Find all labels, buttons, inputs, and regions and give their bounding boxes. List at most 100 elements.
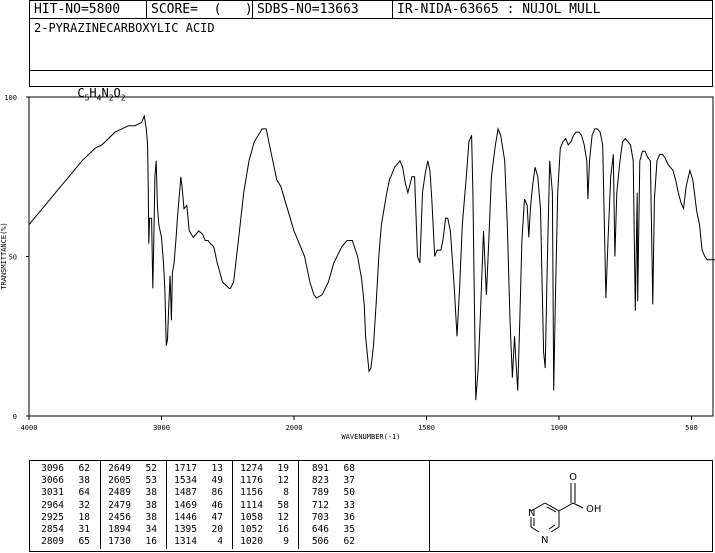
ring-bond-4 [550, 526, 560, 533]
peak-transmittance: 68 [343, 463, 355, 474]
peak-transmittance: 16 [277, 523, 289, 535]
y-tick-label: 0 [13, 413, 17, 421]
y-tick-group: 0 50 100 [4, 94, 29, 421]
peak-row: 2489 38 [101, 487, 166, 499]
atom-n1-label: N [528, 508, 535, 519]
peak-table: 3096 62 3066 38 3031 64 2964 32 2925 18 2854 31 2809… [30, 461, 430, 551]
x-tick-label: 1000 [551, 424, 568, 432]
peak-row: 1058 12 [233, 512, 298, 524]
x-tick-label: 3000 [153, 424, 170, 432]
peak-transmittance: 46 [211, 499, 223, 511]
peak-row: 2605 53 [101, 475, 166, 487]
peak-row: 1052 16 [233, 524, 298, 536]
x-tick-label: 1500 [418, 424, 435, 432]
peak-wavenumber: 2809 [41, 536, 64, 548]
peak-row: 823 37 [299, 475, 364, 487]
peak-row: 891 68 [299, 463, 364, 475]
peak-row: 1314 4 [167, 536, 232, 548]
peak-wavenumber: 1020 [240, 536, 263, 548]
peak-wavenumber: 1052 [240, 523, 263, 535]
peak-wavenumber: 3031 [41, 487, 64, 499]
header-info-row: HIT-NO=5800 SCORE= ( ) SDBS-NO=13663 IR-… [30, 1, 712, 19]
peak-row: 712 33 [299, 500, 364, 512]
peak-row: 506 62 [299, 536, 364, 548]
peak-wavenumber: 1717 [174, 463, 197, 474]
peak-wavenumber: 2925 [41, 511, 64, 523]
peak-transmittance: 18 [78, 511, 90, 523]
y-tick-label: 100 [4, 94, 17, 102]
peak-wavenumber: 1534 [174, 475, 197, 487]
peak-row: 1469 46 [167, 500, 232, 512]
peak-transmittance: 20 [211, 523, 223, 535]
peak-column: 1717 13 1534 49 1487 86 1469 46 1446 47 1395 20 1314… [166, 461, 232, 549]
peak-transmittance: 4 [217, 536, 223, 548]
hit-number: HIT-NO=5800 [34, 2, 121, 17]
peak-wavenumber: 2649 [108, 463, 131, 474]
peak-row: 1446 47 [167, 512, 232, 524]
peak-wavenumber: 1114 [240, 499, 263, 511]
peak-wavenumber: 789 [311, 487, 329, 499]
peak-wavenumber: 2456 [108, 511, 131, 523]
peak-wavenumber: 1274 [240, 463, 263, 474]
peak-row: 1717 13 [167, 463, 232, 475]
peak-wavenumber: 506 [311, 536, 329, 548]
peak-column: 891 68 823 37 789 50 712 33 703 36 646 35 506 62 [298, 461, 364, 549]
peak-wavenumber: 2479 [108, 499, 131, 511]
atom-n2-label: N [541, 535, 548, 546]
peak-transmittance: 62 [78, 463, 90, 474]
formula-row: C5H4N2O2 [30, 70, 712, 102]
peak-row: 1487 86 [167, 487, 232, 499]
peak-transmittance: 12 [277, 475, 289, 487]
peak-transmittance: 35 [343, 523, 355, 535]
peak-wavenumber: 2605 [108, 475, 131, 487]
peak-row: 1894 34 [101, 524, 166, 536]
peak-transmittance: 65 [78, 536, 90, 548]
ir-spectrum-chart: 0 50 100 4000 3000 2000 1500 1000 500 WAVENUMBE… [0, 94, 715, 441]
peak-wavenumber: 712 [311, 499, 329, 511]
peak-transmittance: 50 [343, 487, 355, 499]
peak-wavenumber: 1894 [108, 523, 131, 535]
peak-wavenumber: 1176 [240, 475, 263, 487]
peak-transmittance: 32 [78, 499, 90, 511]
x-axis-label: WAVENUMBER(-1) [341, 433, 400, 441]
peak-row: 1156 8 [233, 487, 298, 499]
peak-wavenumber: 3096 [41, 463, 64, 474]
peak-row: 2479 38 [101, 500, 166, 512]
peak-row: 3096 62 [34, 463, 100, 475]
peak-wavenumber: 646 [311, 523, 329, 535]
peak-wavenumber: 1446 [174, 511, 197, 523]
peak-transmittance: 38 [145, 499, 157, 511]
peak-transmittance: 49 [211, 475, 223, 487]
peak-row: 789 50 [299, 487, 364, 499]
peak-row: 646 35 [299, 524, 364, 536]
peak-row: 1395 20 [167, 524, 232, 536]
peak-transmittance: 47 [211, 511, 223, 523]
peak-row: 3066 38 [34, 475, 100, 487]
peak-transmittance: 86 [211, 487, 223, 499]
peak-wavenumber: 891 [311, 463, 329, 474]
peak-transmittance: 38 [145, 487, 157, 499]
peak-transmittance: 62 [343, 536, 355, 548]
peak-row: 703 36 [299, 512, 364, 524]
atom-o-label: O [569, 472, 577, 483]
y-axis-label: TRANSMITTANCE(%) [0, 222, 8, 289]
x-tick-label: 500 [685, 424, 698, 432]
peak-column: 2649 52 2605 53 2489 38 2479 38 2456 38 1894 34 1730… [100, 461, 166, 549]
peak-wavenumber: 1730 [108, 536, 131, 548]
hydroxyl-bond [572, 502, 584, 509]
x-tick-label: 4000 [21, 424, 38, 432]
peak-wavenumber: 1058 [240, 511, 263, 523]
molecule-structure: O OH N N [528, 472, 601, 546]
peak-transmittance: 19 [277, 463, 289, 474]
peak-wavenumber: 3066 [41, 475, 64, 487]
spectrum-series-line [28, 114, 715, 401]
peak-row: 1176 12 [233, 475, 298, 487]
peak-transmittance: 31 [78, 523, 90, 535]
peak-transmittance: 37 [343, 475, 355, 487]
peak-transmittance: 36 [343, 511, 355, 523]
peak-row: 2925 18 [34, 512, 100, 524]
peak-transmittance: 53 [145, 475, 157, 487]
peak-wavenumber: 2854 [41, 523, 64, 535]
peak-row: 1020 9 [233, 536, 298, 548]
peak-transmittance: 64 [78, 487, 90, 499]
